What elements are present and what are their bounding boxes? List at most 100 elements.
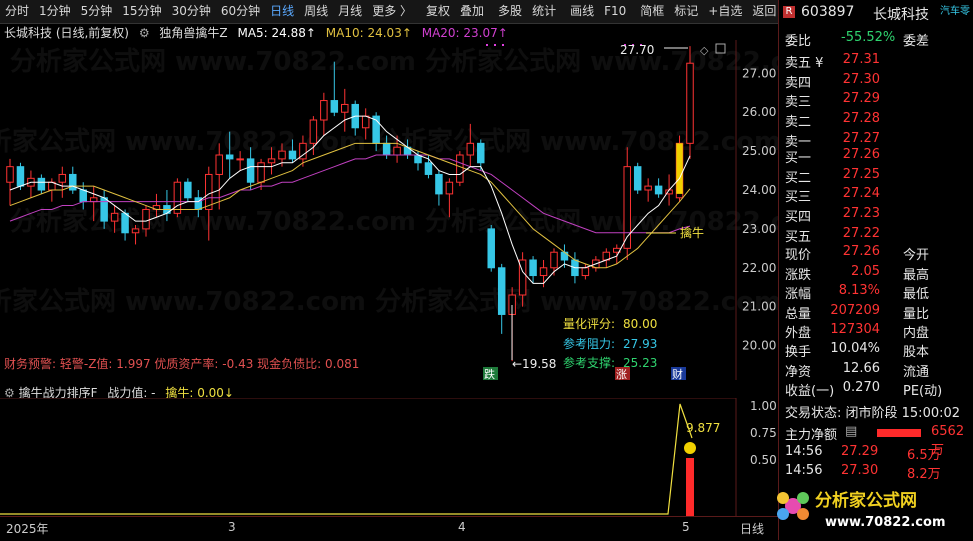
toolbar-item-18[interactable]: +自选 (703, 0, 747, 23)
toolbar-item-17[interactable]: 标记 (669, 0, 703, 23)
score-label: 量化评分: (563, 317, 615, 331)
toolbar-item-15[interactable]: F10 (599, 0, 631, 23)
settings-icon[interactable]: ⚙ (139, 26, 150, 40)
stock-label: 长城科技 (日线,前复权) (4, 26, 129, 40)
industry-tag[interactable]: 汽车零 (940, 2, 970, 17)
candle-body (69, 173, 77, 191)
y-tick: 23.00 (742, 222, 776, 236)
stat2-row-0-value: 10.04% (830, 341, 880, 356)
candle-body (37, 177, 46, 191)
toolbar-item-9[interactable]: 更多 〉 (367, 0, 417, 23)
stat-row-4: 外盘 127304 内盘 (779, 322, 973, 341)
ask-row-3-value: 27.28 (842, 111, 880, 127)
toolbar-item-0[interactable]: 分时 (0, 0, 34, 23)
bid-row-1-value: 27.25 (842, 166, 880, 182)
weicha-label: 委差 (903, 34, 930, 49)
stat2-row-0: 换手 10.04% 股本 (779, 341, 973, 360)
smile-icon (684, 442, 696, 454)
stat-row-3: 总量 207209 量比 (779, 303, 973, 322)
stat-row-2: 涨幅 8.13% 最低 (779, 283, 973, 302)
power-line (0, 403, 693, 515)
tick-row: 14:56 27.29 6.5万 (779, 444, 973, 463)
candle-body (497, 267, 506, 315)
x-period[interactable]: 日线 (740, 520, 764, 537)
x-axis: 2025年 3 4 5 日线 (0, 516, 778, 541)
toolbar-item-1[interactable]: 1分钟 (34, 0, 76, 23)
resistance-label: 参考阻力: (563, 336, 615, 351)
toolbar-item-16[interactable]: 简框 (635, 0, 669, 23)
toolbar-item-7[interactable]: 周线 (299, 0, 333, 23)
bid-row-2-value: 27.24 (842, 186, 880, 202)
toolbar-item-19[interactable]: 返回 (747, 0, 781, 23)
stock-name: 长城科技 (873, 7, 929, 23)
peak-value: 9.877 (686, 421, 720, 435)
bid-row-1-label: 买二 (785, 170, 812, 186)
bid-row-1: 买二 27.25 (779, 167, 973, 186)
period-toolbar: 分时 1分钟 5分钟 15分钟 30分钟 60分钟 日线 周线 月线 更多 〉复权 叠加 多股 统计 画线… (0, 0, 778, 24)
candle-body (6, 166, 14, 183)
candle-body (644, 185, 652, 191)
marker-dot (494, 44, 496, 46)
logo-text: 分析家公式网 (815, 490, 917, 511)
toolbar-item-12[interactable]: 多股 (493, 0, 527, 23)
price-chart[interactable]: 分析家公式网 www.70822.com 分析家公式网 www.70822.co… (0, 40, 778, 380)
candle-body (456, 154, 464, 183)
toolbar-item-13[interactable]: 统计 (527, 0, 561, 23)
toolbar-item-3[interactable]: 15分钟 (117, 0, 166, 23)
toolbar-item-2[interactable]: 5分钟 (76, 0, 118, 23)
sub-chart[interactable]: 1.00 0.75 0.50 9.877 (0, 398, 778, 516)
bid-row-4: 买五 27.22 (779, 226, 973, 245)
bid-row-2-label: 买三 (785, 190, 812, 206)
marker-dot (502, 44, 504, 46)
toolbar-item-8[interactable]: 月线 (333, 0, 367, 23)
ask-row-3-label: 卖二 (785, 115, 812, 131)
ask-row-0: 卖五 ¥ 27.31 (779, 52, 973, 71)
ma10-value: MA10: 24.03↑ (325, 26, 412, 40)
main-flow-label: 主力净额 (785, 428, 838, 443)
toolbar-item-4[interactable]: 30分钟 (167, 0, 216, 23)
toolbar-item-5[interactable]: 60分钟 (216, 0, 265, 23)
candle-body (445, 181, 454, 195)
toolbar-item-6[interactable]: 日线 (265, 0, 299, 23)
stat-row-1-value: 2.05 (851, 263, 880, 279)
candle-body (110, 212, 119, 222)
candle-body (633, 166, 642, 191)
toolbar-item-11[interactable]: 叠加 (455, 0, 489, 23)
candle-body (58, 173, 67, 183)
stat-row-0-value: 27.26 (842, 244, 880, 259)
candle-body (529, 259, 537, 277)
resistance-value: 27.93 (623, 337, 657, 351)
stat2-row-2-label: 收益(一) (785, 384, 835, 399)
toolbar-item-14[interactable]: 画线 (565, 0, 599, 23)
stat2-row-2: 收益(一) 0.270 PE(动) (779, 380, 973, 399)
tag-cai: 财 (672, 367, 683, 380)
tick-time: 14:56 (785, 444, 823, 459)
stat2-row-1-label2: 流通 (903, 364, 930, 380)
bid-row-0: 买一 27.26 (779, 147, 973, 166)
candle-body (215, 154, 223, 175)
candle-body (435, 173, 443, 195)
bid-row-2: 买三 27.24 (779, 186, 973, 205)
stock-code: 603897 (801, 4, 855, 20)
indicator-name[interactable]: 独角兽擒牛Z (159, 26, 227, 40)
ma10-line (9, 142, 691, 269)
main-flow-bar (877, 429, 921, 437)
sub-pane-title: ⚙ 擒牛战力排序F 战力值: - 擒牛: 0.00↓ (0, 384, 778, 400)
toolbar-item-10[interactable]: 复权 (421, 0, 455, 23)
y-tick: 22.00 (742, 261, 776, 275)
candle-body (654, 185, 663, 195)
site-logo: 分析家公式网 www.70822.com (777, 490, 946, 530)
diamond-icon[interactable]: ◇ (700, 44, 709, 57)
quote-panel: R 603897 长城科技 汽车零 委比 -55.52% 委差 卖五 ¥ 27.3… (777, 0, 973, 540)
ask-row-1: 卖四 27.30 (779, 72, 973, 91)
y-tick: 20.00 (742, 339, 776, 353)
ask-row-1-label: 卖四 (785, 75, 812, 91)
candle-body (184, 181, 192, 199)
main-flow-list-icon[interactable]: ▤ (845, 424, 857, 439)
tick-price: 27.30 (841, 463, 879, 478)
stat2-row-1: 净资 12.66 流通 (779, 361, 973, 380)
candle-body (539, 267, 548, 277)
bid-row-4-label: 买五 (785, 229, 812, 245)
sub-y-tick: 1.00 (750, 399, 777, 413)
candle-body (550, 251, 558, 269)
